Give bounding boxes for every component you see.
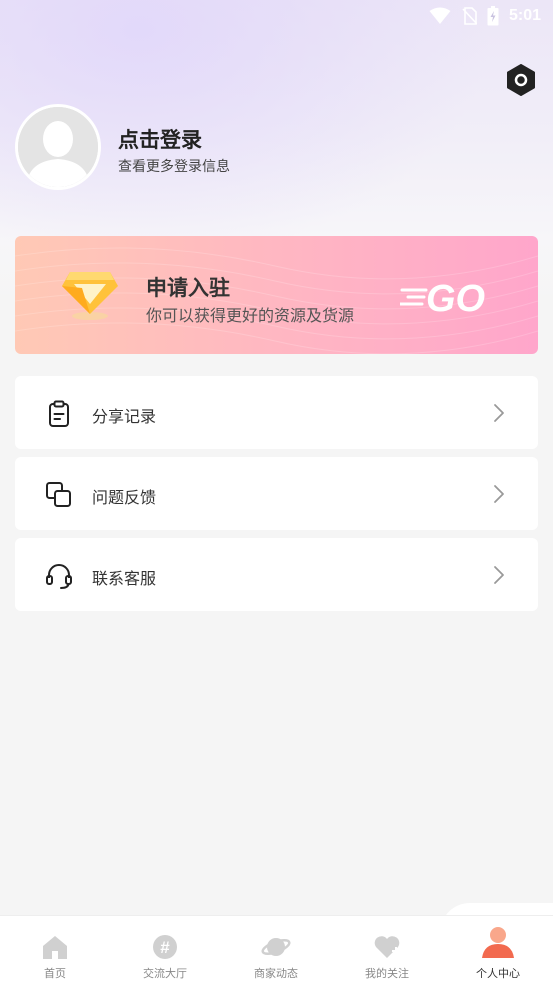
headset-icon <box>46 564 72 589</box>
menu-item-label: 分享记录 <box>92 407 157 426</box>
menu-item-customer-service[interactable]: 联系客服 <box>15 538 538 611</box>
person-icon <box>482 927 514 958</box>
tab-label: 个人中心 <box>476 967 520 980</box>
tab-community[interactable]: # 交流大厅 <box>110 916 220 983</box>
tab-label: 首页 <box>44 967 66 980</box>
clipboard-icon <box>49 400 69 427</box>
avatar[interactable] <box>15 104 101 190</box>
planet-icon <box>261 938 291 956</box>
overlap-squares-icon <box>46 482 71 507</box>
apply-join-banner[interactable]: 申请入驻 你可以获得更好的资源及货源 GO <box>15 236 538 354</box>
menu-item-share-records[interactable]: 分享记录 <box>15 376 538 449</box>
wifi-icon <box>429 7 451 24</box>
status-bar: 5:01 <box>0 0 553 32</box>
tab-merchant-news[interactable]: 商家动态 <box>221 916 331 983</box>
default-avatar-icon <box>18 107 98 187</box>
chevron-right-icon <box>494 404 504 422</box>
chevron-right-icon <box>494 566 504 584</box>
tab-profile[interactable]: 个人中心 <box>443 916 553 983</box>
svg-text:#: # <box>160 938 170 957</box>
menu-item-label: 问题反馈 <box>92 488 157 507</box>
chevron-right-icon <box>494 485 504 503</box>
tab-label: 我的关注 <box>365 967 409 980</box>
login-title[interactable]: 点击登录 <box>118 124 202 154</box>
battery-icon <box>487 6 499 26</box>
settings-icon[interactable] <box>506 64 536 96</box>
tab-label: 商家动态 <box>254 967 298 980</box>
banner-title: 申请入驻 <box>146 276 230 300</box>
banner-subtitle: 你可以获得更好的资源及货源 <box>146 306 355 325</box>
go-button[interactable]: GO <box>400 276 500 316</box>
status-time: 5:01 <box>508 7 541 24</box>
diamond-icon <box>62 272 118 320</box>
go-text: GO <box>426 278 485 316</box>
hashtag-icon: # <box>153 935 177 959</box>
login-subtitle: 查看更多登录信息 <box>118 159 230 175</box>
home-icon <box>43 936 67 959</box>
tab-home[interactable]: 首页 <box>0 916 110 983</box>
heart-plus-icon <box>374 936 400 958</box>
menu-item-feedback[interactable]: 问题反馈 <box>15 457 538 530</box>
no-sim-icon <box>462 7 477 25</box>
menu-item-label: 联系客服 <box>92 569 157 588</box>
tab-label: 交流大厅 <box>143 967 187 980</box>
bottom-tab-bar: 首页 # 交流大厅 商家动态 我的关注 个人中心 <box>0 915 553 983</box>
tab-following[interactable]: 我的关注 <box>332 916 442 983</box>
